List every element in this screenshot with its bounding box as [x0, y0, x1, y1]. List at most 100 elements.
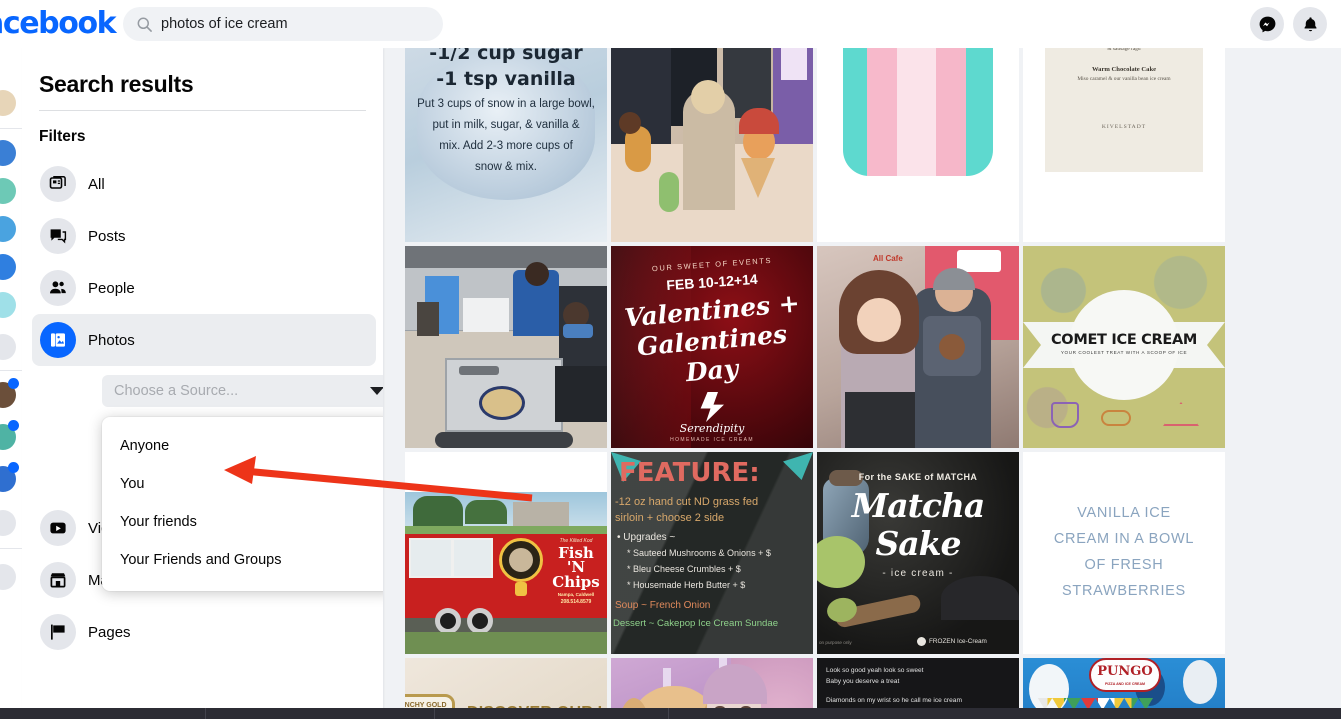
- taskbar-divider: [668, 708, 669, 719]
- taskbar-divider: [205, 708, 206, 719]
- photo-text: VANILLA ICE: [1077, 505, 1171, 522]
- rail-divider: [0, 370, 22, 371]
- notifications-button[interactable]: [1293, 7, 1327, 41]
- sidebar-item-label: Pages: [88, 623, 131, 641]
- photo-grid: -1/2 cup sugar -1 tsp vanilla Put 3 cups…: [405, 40, 1231, 719]
- photo-text: COMET ICE CREAM: [1050, 332, 1198, 348]
- sidebar-item-people[interactable]: People: [32, 262, 376, 314]
- photo-text: KIVELSTADT: [1101, 124, 1147, 130]
- sidebar-item-label: People: [88, 279, 135, 297]
- photo-text: • Upgrades ~: [617, 532, 676, 543]
- filters-heading: Filters: [39, 128, 86, 145]
- sidebar-divider: [39, 110, 366, 111]
- photo-results-region: -1/2 cup sugar -1 tsp vanilla Put 3 cups…: [383, 40, 1231, 719]
- marketplace-icon: [40, 562, 76, 598]
- rail-more-button[interactable]: [0, 334, 16, 360]
- people-icon: [40, 270, 76, 306]
- photo-text: YOUR COOLEST TREAT WITH A SCOOP OF ICE: [1060, 350, 1188, 355]
- facebook-watermark-icon: [917, 637, 926, 646]
- photo-cell[interactable]: House made Pappardelle Pasta Roasted tom…: [1023, 40, 1225, 242]
- photo-text: * Housemade Herb Butter + $: [627, 580, 746, 590]
- photo-cell[interactable]: COMET ICE CREAM YOUR COOLEST TREAT WITH …: [1023, 246, 1225, 448]
- rail-avatar-3[interactable]: [0, 178, 16, 204]
- page-title: Search results: [39, 71, 194, 97]
- sidebar-item-label: Posts: [88, 227, 126, 245]
- search-input[interactable]: photos of ice cream: [161, 17, 429, 32]
- photo-cell[interactable]: [405, 246, 607, 448]
- left-nav-rail: [0, 48, 22, 719]
- photo-text: - ice cream -: [882, 568, 954, 579]
- photo-cell[interactable]: For the SAKE of MATCHA Matcha Sake - ice…: [817, 452, 1019, 654]
- photo-text: PUNGO: [1097, 664, 1153, 679]
- source-select-placeholder: Choose a Source...: [114, 383, 239, 399]
- photo-text: FEATURE:: [619, 458, 760, 488]
- facebook-logo[interactable]: acebook: [0, 4, 117, 44]
- taskbar-divider: [434, 708, 435, 719]
- rail-badge-3: [8, 462, 19, 473]
- sidebar-item-pages[interactable]: Pages: [32, 606, 376, 658]
- photo-cell[interactable]: OUR SWEET OF EVENTS FEB 10-12+14 Valenti…: [611, 246, 813, 448]
- dropdown-option-your-friends-and-groups[interactable]: Your Friends and Groups: [102, 541, 383, 579]
- posts-icon: [40, 218, 76, 254]
- photo-text: * Bleu Cheese Crumbles + $: [627, 564, 741, 574]
- photo-cell[interactable]: 5 FL OZ (148mL): [817, 40, 1019, 242]
- photo-cell[interactable]: FEATURE: -12 oz hand cut ND grass fed si…: [611, 452, 813, 654]
- sidebar-item-label: All: [88, 175, 105, 193]
- top-bar-actions: [1250, 7, 1327, 41]
- browser-viewport: acebook photos of ice cream: [0, 0, 1341, 719]
- photo-text: Matcha: [851, 486, 986, 525]
- photo-cell[interactable]: All Cafe: [817, 246, 1019, 448]
- photo-text: mix. Add 2-3 more cups of: [439, 140, 573, 152]
- photo-text: 208.514.8579: [560, 599, 592, 605]
- photo-cell[interactable]: The Kilted Kod Fish 'N Chips Nampa, Cald…: [405, 452, 607, 654]
- photo-text: Look so good yeah look so sweet: [826, 667, 924, 674]
- photo-text: sirloin + choose 2 side: [615, 512, 725, 524]
- pages-icon: [40, 614, 76, 650]
- photo-text: Fish 'N Chips: [552, 544, 600, 591]
- photo-cell[interactable]: [611, 40, 813, 242]
- dropdown-option-anyone[interactable]: Anyone: [102, 427, 383, 465]
- photo-text: Serendipity: [679, 422, 745, 435]
- dropdown-option-your-friends[interactable]: Your friends: [102, 503, 383, 541]
- photo-text: Miso caramel & our vanilla bean ice crea…: [1077, 76, 1171, 82]
- sidebar-item-posts[interactable]: Posts: [32, 210, 376, 262]
- sidebar-item-label: Photos: [88, 331, 135, 349]
- photo-text: snow & mix.: [475, 161, 537, 173]
- source-select[interactable]: Choose a Source...: [102, 375, 383, 407]
- photo-text: STRAWBERRIES: [1062, 582, 1186, 599]
- dropdown-option-you[interactable]: You: [102, 465, 383, 503]
- rail-shortcut-2[interactable]: [0, 564, 16, 590]
- rail-avatar-6[interactable]: [0, 292, 16, 318]
- messenger-button[interactable]: [1250, 7, 1284, 41]
- sidebar-item-photos[interactable]: Photos: [32, 314, 376, 366]
- rail-divider: [0, 128, 22, 129]
- photo-text: Diamonds on my wrist so he call me ice c…: [826, 697, 962, 705]
- rail-avatar-2[interactable]: [0, 140, 16, 166]
- bell-icon: [1304, 16, 1316, 31]
- rail-avatar-4[interactable]: [0, 216, 16, 242]
- rail-divider: [0, 548, 22, 549]
- photo-text: CREAM IN A BOWL: [1053, 531, 1195, 548]
- messenger-icon: [1259, 16, 1275, 32]
- photo-cell[interactable]: VANILLA ICE CREAM IN A BOWL OF FRESH STR…: [1023, 452, 1225, 654]
- photo-text: * Sauteed Mushrooms & Onions + $: [627, 548, 771, 558]
- rail-icon-home[interactable]: [0, 58, 16, 84]
- photo-text: PIZZA AND ICE CREAM: [1104, 682, 1146, 686]
- rail-badge-2: [8, 420, 19, 431]
- sidebar-item-all[interactable]: All: [32, 158, 376, 210]
- source-dropdown-menu: Anyone You Your friends Your Friends and…: [102, 417, 383, 591]
- photo-text: All Cafe: [873, 254, 903, 263]
- rail-avatar-1[interactable]: [0, 90, 16, 116]
- photo-cell[interactable]: -1/2 cup sugar -1 tsp vanilla Put 3 cups…: [405, 40, 607, 242]
- photo-text: Warm Chocolate Cake: [1091, 66, 1157, 73]
- photo-text: -12 oz hand cut ND grass fed: [615, 496, 759, 508]
- photo-text: For the SAKE of MATCHA: [858, 472, 978, 482]
- rail-avatar-5[interactable]: [0, 254, 16, 280]
- photo-text: OF FRESH: [1084, 557, 1164, 573]
- search-box[interactable]: photos of ice cream: [123, 7, 443, 41]
- photo-text: Put 3 cups of snow in a large bowl,: [417, 98, 595, 110]
- photo-text: put in milk, sugar, & vanilla &: [432, 119, 580, 131]
- rail-shortcut-1[interactable]: [0, 510, 16, 536]
- all-results-icon: [40, 166, 76, 202]
- photo-text: on purpose only: [819, 640, 852, 645]
